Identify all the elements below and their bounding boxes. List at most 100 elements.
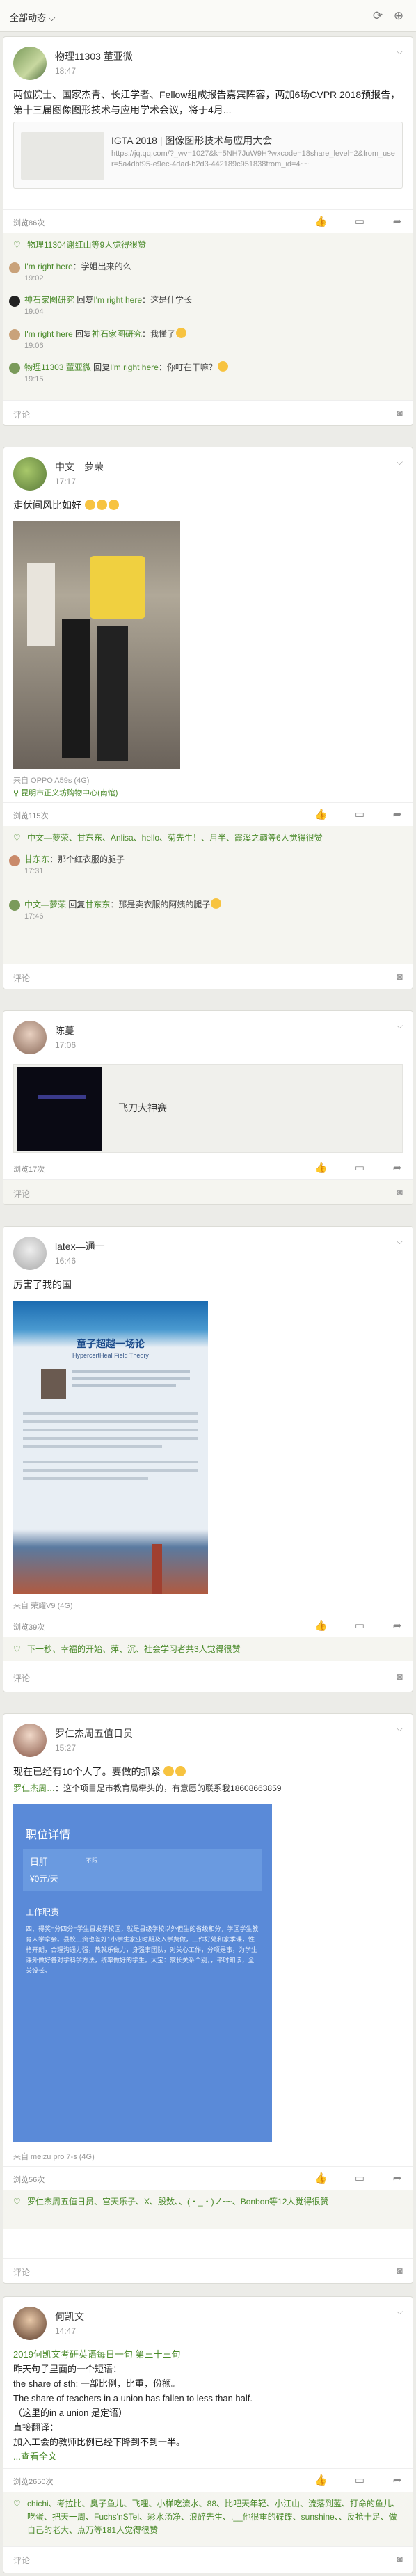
comment[interactable]: 甘东东：那个红衣服的腿子 17:31 — [9, 854, 403, 877]
comment[interactable]: 神石家图研究 回复I'm right here：这是什学长 19:04 — [9, 294, 403, 318]
comment-icon[interactable]: ▭ — [353, 2474, 367, 2488]
post-author[interactable]: latex—通一 — [55, 1239, 105, 1253]
avatar — [9, 262, 20, 273]
post-text: 厉害了我的国 — [13, 1279, 72, 1290]
like-icon[interactable]: 👍 — [314, 808, 328, 822]
like-icon[interactable]: 👍 — [314, 1619, 328, 1633]
avatar[interactable] — [13, 1237, 47, 1270]
camera-icon[interactable]: ◙ — [397, 2553, 403, 2564]
job-detail-image[interactable]: 职位详情 日肝 不限 ¥0元/天 工作职责 四、得奖=分四分=学生县发学校区，就… — [13, 1804, 272, 2142]
comment-icon[interactable]: ▭ — [353, 808, 367, 822]
post-author[interactable]: 何凯文 — [55, 2309, 84, 2323]
feed-post: 何凯文 14:47 ⌵ 2019何凯文考研英语每日一句 第三十三句 昨天句子里面… — [3, 2296, 413, 2573]
comment[interactable]: 中文—萝荣 回复甘东东：那是卖衣服的阿姨的腿子 17:46 — [9, 898, 403, 923]
share-icon[interactable]: ➦ — [390, 1619, 404, 1633]
camera-icon[interactable]: ◙ — [397, 1186, 403, 1198]
post-author[interactable]: 陈蔓 — [55, 1024, 74, 1037]
post-text-line2: 罗仁杰周…：这个项目是市教育局牵头的，有意愿的联系我18608663859 — [13, 1783, 282, 1793]
add-circle-icon[interactable]: ⊕ — [391, 8, 406, 24]
feed-post: 罗仁杰周五值日员 15:27 ⌵ 现在已经有10个人了。要做的抓紧 罗仁杰周…：… — [3, 1713, 413, 2284]
avatar[interactable] — [13, 1724, 47, 1757]
chevron-down-icon[interactable]: ⌵ — [397, 1724, 403, 1734]
feed-post: latex—通一 16:46 ⌵ 厉害了我的国 童子超越一场论 Hypercer… — [3, 1226, 413, 1692]
chevron-down-icon[interactable]: ⌵ — [397, 1021, 403, 1031]
post-photo[interactable] — [13, 521, 180, 769]
post-actions: 浏览56次 👍 ▭ ➦ — [3, 2166, 413, 2190]
post-actions: 浏览39次 👍 ▭ ➦ — [3, 1614, 413, 1637]
share-icon[interactable]: ➦ — [390, 2172, 404, 2186]
camera-icon[interactable]: ◙ — [397, 1671, 403, 1682]
like-icon[interactable]: 👍 — [314, 1161, 328, 1175]
like-icon[interactable]: 👍 — [314, 2172, 328, 2186]
avatar[interactable] — [13, 2307, 47, 2340]
heart-icon: ♡ — [13, 2499, 21, 2509]
comment-icon[interactable]: ▭ — [353, 2172, 367, 2186]
share-icon[interactable]: ➦ — [390, 808, 404, 822]
read-more-link[interactable]: ...查看全文 — [13, 2449, 403, 2464]
read-count: 浏览17次 — [13, 1166, 45, 1174]
comment-icon[interactable]: ▭ — [353, 215, 367, 229]
feed-post: 陈蔓 17:06 ⌵ 飞刀大神赛 浏览17次 👍 ▭ ➦ 评论 ◙ — [3, 1010, 413, 1205]
camera-icon[interactable]: ◙ — [397, 407, 403, 418]
post-actions: 浏览2650次 👍 ▭ ➦ — [3, 2468, 413, 2492]
comment[interactable]: I'm right here 回复神石家图研究：我懂了 19:06 — [9, 328, 403, 352]
comment-icon[interactable]: ▭ — [353, 1619, 367, 1633]
like-icon[interactable]: 👍 — [314, 215, 328, 229]
avatar[interactable] — [13, 47, 47, 80]
feed-post: 物理11303 董亚微 18:47 ⌵ 两位院士、国家杰青、长江学者、Fello… — [3, 36, 413, 426]
share-icon[interactable]: ➦ — [390, 1161, 404, 1175]
shared-link[interactable]: IGTA 2018 | 图像图形技术与应用大会 https://jq.qq.co… — [13, 122, 403, 189]
read-count: 浏览56次 — [13, 2176, 45, 2184]
chevron-down-icon[interactable]: ⌵ — [397, 47, 403, 57]
poster-title: 童子超越一场论 — [77, 1338, 145, 1349]
post-author[interactable]: 罗仁杰周五值日员 — [55, 1726, 133, 1740]
link-thumbnail — [21, 132, 104, 180]
likes-summary[interactable]: ♡ chichi、考拉比、臭子鱼儿、飞哩、小样吃流水、88、比吧天年轻、小江山、… — [3, 2492, 413, 2546]
avatar[interactable] — [13, 457, 47, 491]
avatar — [9, 855, 20, 866]
likes-summary[interactable]: ♡ 下一秒、幸福的开始、萍、沉、社会学习者共3人觉得很赞 — [3, 1637, 413, 1661]
comment-input[interactable]: 评论 ◙ — [3, 2546, 413, 2573]
shared-link[interactable]: 飞刀大神赛 — [13, 1064, 403, 1153]
post-source: 来自 OPPO A59s (4G) — [13, 777, 90, 785]
chevron-down-icon[interactable]: ⌵ — [397, 457, 403, 468]
chevron-down-icon[interactable]: ⌵ — [397, 1237, 403, 1247]
avatar — [9, 363, 20, 374]
post-time: 17:06 — [55, 1040, 77, 1050]
avatar[interactable] — [13, 1021, 47, 1054]
heart-icon: ♡ — [13, 833, 21, 843]
share-icon[interactable]: ➦ — [390, 215, 404, 229]
camera-icon[interactable]: ◙ — [397, 2265, 403, 2276]
likes-summary[interactable]: ♡ 中文—萝荣、甘东东、Anlisa、hello、菊先生！、月半、霞溪之巅等6人… — [3, 826, 413, 850]
comment-input[interactable]: 评论 ◙ — [3, 2258, 413, 2283]
comment-input[interactable]: 评论 ◙ — [3, 400, 413, 425]
feed-filter-dropdown[interactable]: 全部动态 ⌵ — [10, 10, 55, 24]
post-text: 走伏间风比如好 — [13, 498, 403, 513]
share-icon[interactable]: ➦ — [390, 2474, 404, 2488]
post-author[interactable]: 中文—萝荣 — [55, 460, 104, 474]
camera-icon[interactable]: ◙ — [397, 971, 403, 982]
heart-icon: ♡ — [13, 1644, 21, 1654]
refresh-icon[interactable]: ⟳ — [370, 8, 385, 24]
comment-icon[interactable]: ▭ — [353, 1161, 367, 1175]
post-photo[interactable]: 童子超越一场论 HypercertHeal Field Theory — [13, 1301, 208, 1594]
likes-summary[interactable]: ♡ 罗仁杰周五值日员、宫天乐子、X、殷数、、(・_・)ノ~~、Bonbon等12… — [3, 2190, 413, 2229]
likes-summary[interactable]: ♡ 物理11304谢红山等9人觉得很赞 — [3, 233, 413, 257]
heart-icon: ♡ — [13, 2197, 21, 2207]
read-count: 浏览39次 — [13, 1623, 45, 1632]
comment-list: I'm right here：学姐出来的么 19:02 神石家图研究 回复I'm… — [3, 257, 413, 400]
post-author[interactable]: 物理11303 董亚微 — [55, 49, 133, 63]
comment[interactable]: I'm right here：学姐出来的么 19:02 — [9, 261, 403, 285]
post-source: 来自 meizu pro 7-s (4G) — [13, 2153, 95, 2161]
post-text: 两位院士、国家杰青、长江学者、Fellow组成报告嘉宾阵容，两加6场CVPR 2… — [13, 89, 401, 116]
post-location[interactable]: ⚲ 昆明市正义坊购物中心(南馆) — [13, 787, 118, 798]
like-icon[interactable]: 👍 — [314, 2474, 328, 2488]
comment[interactable]: 物理11303 董亚微 回复I'm right here：你叮在干嘛？ 19:1… — [9, 361, 403, 385]
comment-input[interactable]: 评论 ◙ — [3, 964, 413, 989]
chevron-down-icon[interactable]: ⌵ — [397, 2307, 403, 2317]
top-bar: 全部动态 ⌵ ⟳ ⊕ — [0, 0, 416, 32]
read-count: 浏览2650次 — [13, 2478, 54, 2486]
post-actions: 浏览115次 👍 ▭ ➦ — [3, 802, 413, 826]
comment-input[interactable]: 评论 ◙ — [3, 1179, 413, 1204]
comment-input[interactable]: 评论 ◙ — [3, 1664, 413, 1690]
